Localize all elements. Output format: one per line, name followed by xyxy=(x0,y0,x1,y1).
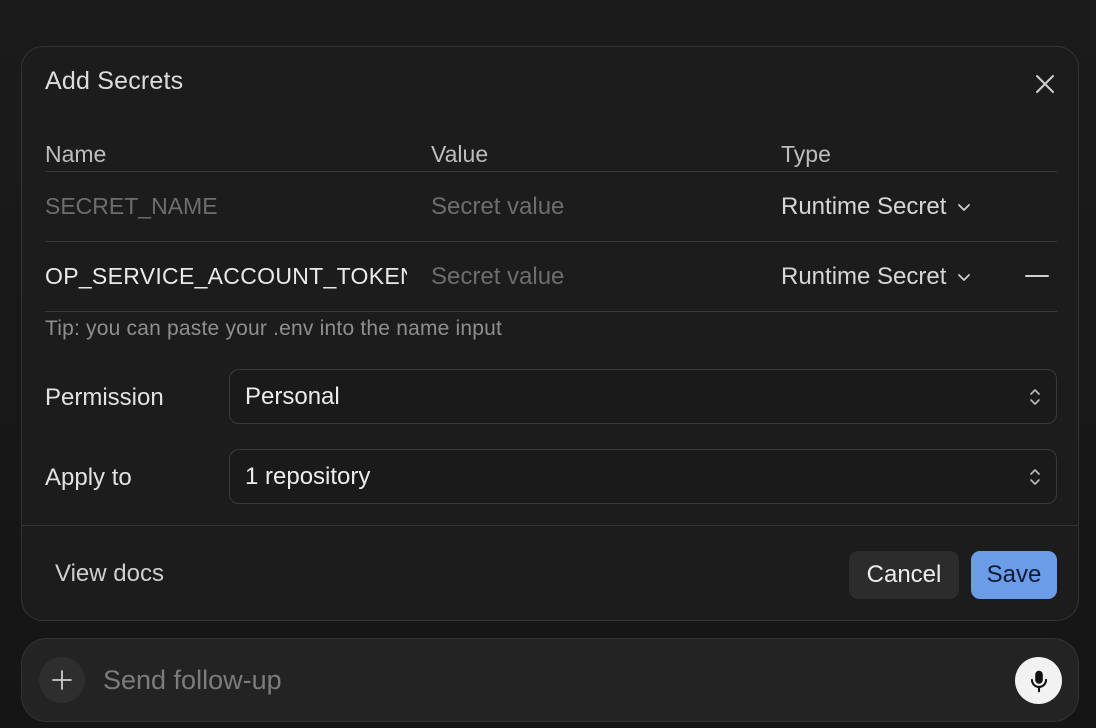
close-icon xyxy=(1036,75,1054,93)
tip-text: Tip: you can paste your .env into the na… xyxy=(45,317,503,340)
dialog-title: Add Secrets xyxy=(45,67,184,95)
chevron-down-icon xyxy=(958,204,971,211)
permission-label: Permission xyxy=(45,384,164,411)
plus-icon xyxy=(52,670,72,690)
add-attachment-button[interactable] xyxy=(39,657,85,703)
column-header-type: Type xyxy=(781,141,831,167)
apply-to-select[interactable]: 1 repository xyxy=(229,449,1057,504)
permission-select[interactable]: Personal xyxy=(229,369,1057,424)
footer-divider xyxy=(22,525,1078,526)
secret-name-input[interactable]: OP_SERVICE_ACCOUNT_TOKEN xyxy=(45,263,407,290)
permission-value: Personal xyxy=(245,383,340,410)
cancel-button[interactable]: Cancel xyxy=(849,551,959,599)
follow-up-input[interactable]: Send follow-up xyxy=(103,665,963,696)
add-secrets-dialog: Add Secrets Name Value Type SECRET_NAME … xyxy=(21,46,1079,621)
microphone-icon xyxy=(1030,670,1047,692)
chevron-down-icon xyxy=(958,274,971,281)
voice-input-button[interactable] xyxy=(1015,657,1062,704)
secret-type-select[interactable]: Runtime Secret xyxy=(781,193,972,221)
follow-up-composer: Send follow-up xyxy=(21,638,1079,722)
column-header-name: Name xyxy=(45,141,107,167)
divider xyxy=(45,171,1057,172)
divider xyxy=(45,241,1057,242)
apply-to-value: 1 repository xyxy=(245,463,371,490)
minus-icon xyxy=(1025,275,1049,277)
secret-name-input[interactable]: SECRET_NAME xyxy=(45,193,415,220)
chevron-up-down-icon xyxy=(1030,389,1040,405)
secret-type-select[interactable]: Runtime Secret xyxy=(781,263,972,291)
column-header-value: Value xyxy=(431,141,489,167)
view-docs-link[interactable]: View docs xyxy=(55,560,164,588)
secret-type-label: Runtime Secret xyxy=(781,193,947,220)
secret-value-input[interactable]: Secret value xyxy=(431,263,761,291)
secret-value-input[interactable]: Secret value xyxy=(431,193,761,221)
chevron-up-down-icon xyxy=(1030,469,1040,485)
close-button[interactable] xyxy=(1030,69,1060,99)
secret-type-label: Runtime Secret xyxy=(781,263,947,290)
save-button[interactable]: Save xyxy=(971,551,1057,599)
apply-to-label: Apply to xyxy=(45,464,132,491)
remove-row-button[interactable] xyxy=(1024,263,1050,289)
divider xyxy=(45,311,1057,312)
